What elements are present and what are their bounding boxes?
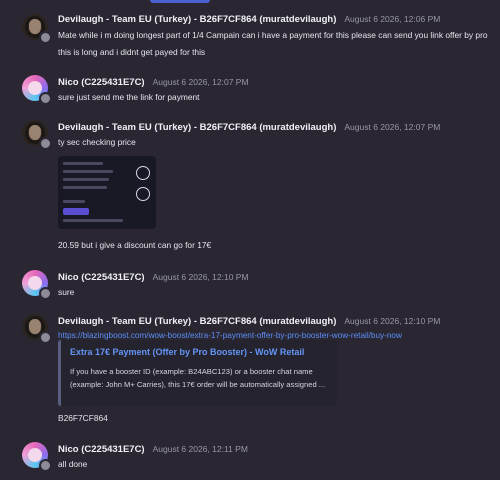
embed-desc-line: If you have a booster ID (example: B24AB… [70,367,313,376]
message-text: all done [58,459,88,469]
embed-desc-line: (example: John M+ Carries), this 17€ ord… [70,380,326,389]
link-embed: Extra 17€ Payment (Offer by Pro Booster)… [58,340,337,406]
message-text: ty sec checking price [58,137,136,147]
eye-icon[interactable] [136,166,150,180]
timestamp: August 6 2026, 12:11 PM [152,444,248,454]
timestamp: August 6 2026, 12:10 PM [152,272,249,282]
author-name[interactable]: Devilaugh - Team EU (Turkey) - B26F7CF86… [58,122,336,133]
timestamp: August 6 2026, 12:07 PM [344,122,441,132]
author-name[interactable]: Devilaugh - Team EU (Turkey) - B26F7CF86… [58,316,336,327]
author-name[interactable]: Nico (C225431E7C) [58,272,145,283]
download-icon[interactable] [136,187,150,201]
status-icon [39,137,52,150]
screenshot-attachment[interactable] [58,156,156,229]
message-text: sure [58,287,75,297]
message-link[interactable]: https://blazingboost.com/wow-boost/extra… [58,331,402,340]
status-icon [39,92,52,105]
author-name[interactable]: Nico (C225431E7C) [58,77,145,88]
status-icon [39,287,52,300]
embed-description: If you have a booster ID (example: B24AB… [70,365,332,391]
author-name[interactable]: Devilaugh - Team EU (Turkey) - B26F7CF86… [58,14,336,25]
status-icon [39,331,52,344]
message-text: 20.59 but i give a discount can go for 1… [58,240,212,250]
status-icon [39,459,52,472]
message-text: B26F7CF864 [58,413,108,423]
message-text: sure just send me the link for payment [58,92,200,102]
status-icon [39,31,52,44]
message-text: this is long and i didnt get payed for t… [58,47,206,57]
embed-title[interactable]: Extra 17€ Payment (Offer by Pro Booster)… [70,347,304,357]
author-name[interactable]: Nico (C225431E7C) [58,444,145,455]
scroll-edge-indicator [150,0,210,3]
timestamp: August 6 2026, 12:10 PM [344,316,441,326]
message-text: Mate while i m doing longest part of 1/4… [58,30,488,40]
timestamp: August 6 2026, 12:07 PM [152,77,249,87]
timestamp: August 6 2026, 12:06 PM [344,14,441,24]
